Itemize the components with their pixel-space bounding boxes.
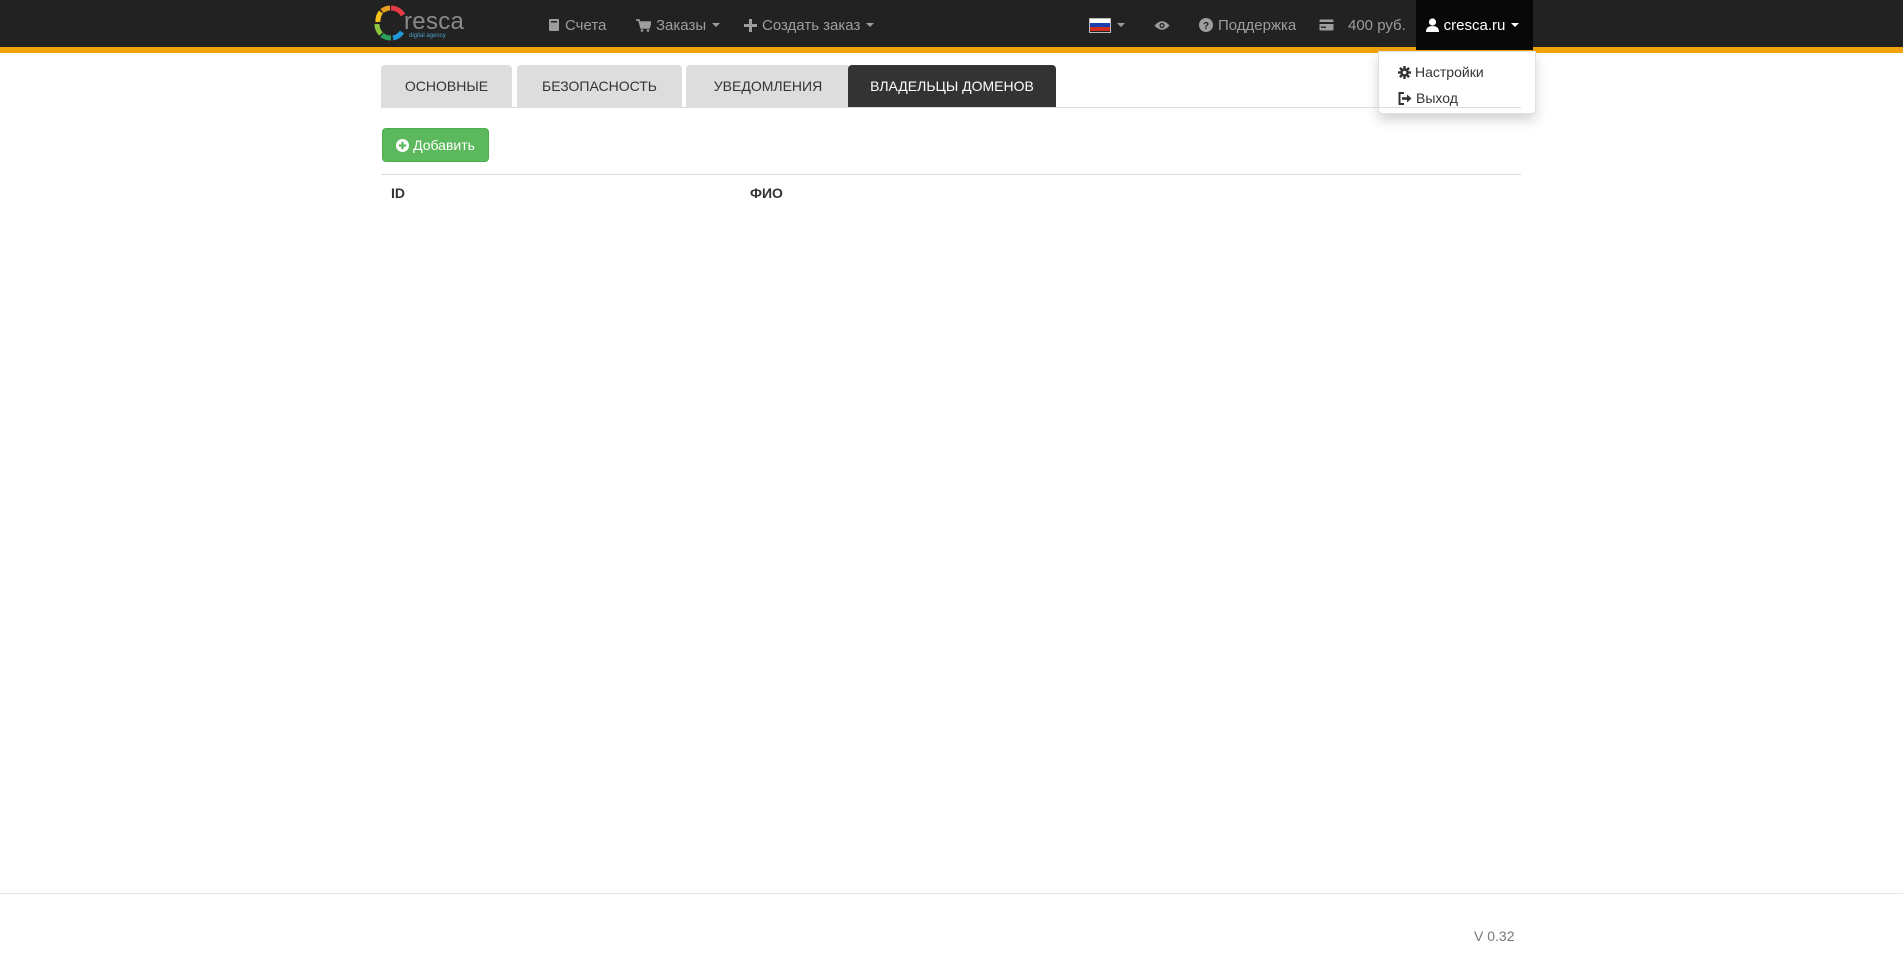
column-header-fio[interactable]: ФИО (750, 185, 783, 201)
tab-domain-owners[interactable]: ВЛАДЕЛЬЦЫ ДОМЕНОВ (848, 65, 1056, 107)
svg-text:?: ? (1203, 21, 1209, 32)
chevron-down-icon (1117, 23, 1125, 27)
language-selector[interactable] (1089, 0, 1125, 50)
nav-support-label: Поддержка (1218, 16, 1297, 34)
column-header-id[interactable]: ID (391, 185, 405, 201)
version-label: V 0.32 (1474, 928, 1515, 944)
brand-logo[interactable]: resca digital agency (374, 2, 470, 46)
tab-security[interactable]: БЕЗОПАСНОСТЬ (517, 65, 682, 107)
tab-main[interactable]: ОСНОВНЫЕ (381, 65, 512, 107)
user-menu-toggle[interactable]: cresca.ru (1416, 0, 1533, 50)
nav-balance[interactable]: 400 руб. (1319, 0, 1406, 50)
brand-name: resca (404, 8, 465, 35)
chevron-down-icon (712, 23, 721, 27)
add-button-label: Добавить (413, 137, 475, 153)
eye-icon (1154, 20, 1170, 31)
user-icon (1425, 18, 1439, 32)
cart-icon (636, 18, 651, 32)
russia-flag-icon (1089, 17, 1111, 33)
nav-accounts[interactable]: Счета (548, 0, 606, 50)
logo-ring-icon (374, 5, 406, 41)
preview-toggle[interactable] (1154, 0, 1175, 50)
settings-tabs: ОСНОВНЫЕ БЕЗОПАСНОСТЬ УВЕДОМЛЕНИЯ ВЛАДЕЛ… (381, 65, 1521, 108)
chevron-down-icon (866, 23, 875, 27)
question-circle-icon: ? (1199, 18, 1213, 32)
book-icon (548, 18, 560, 32)
tab-notifications[interactable]: УВЕДОМЛЕНИЯ (686, 65, 850, 107)
chevron-down-icon (1511, 23, 1520, 27)
nav-orders[interactable]: Заказы (636, 0, 721, 50)
plus-circle-icon (396, 138, 410, 152)
domain-owners-table: ID ФИО (381, 174, 1521, 201)
nav-support[interactable]: ? Поддержка (1199, 0, 1296, 50)
add-owner-button[interactable]: Добавить (382, 128, 489, 162)
footer: V 0.32 (0, 893, 1903, 977)
plus-icon (744, 18, 757, 32)
credit-card-icon (1319, 19, 1334, 31)
balance-amount: 400 руб. (1348, 16, 1406, 34)
nav-create-order[interactable]: Создать заказ (744, 0, 875, 50)
top-navbar: resca digital agency Счета Заказы Создат… (0, 0, 1903, 53)
brand-tagline: digital agency (409, 33, 446, 39)
user-name: cresca.ru (1443, 16, 1506, 34)
nav-create-order-label: Создать заказ (762, 16, 861, 34)
nav-accounts-label: Счета (565, 16, 607, 34)
nav-orders-label: Заказы (656, 16, 707, 34)
